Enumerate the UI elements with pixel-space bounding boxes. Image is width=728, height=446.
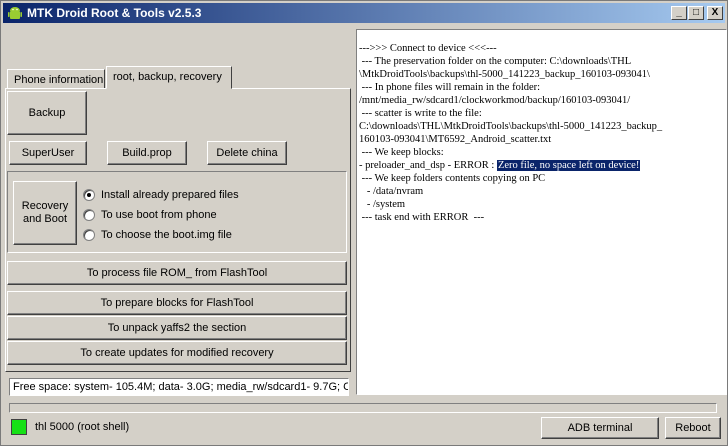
- log-line: --- In phone files will remain in the fo…: [359, 82, 541, 93]
- reboot-button[interactable]: Reboot: [665, 417, 721, 439]
- log-error-highlight: Zero file, no space left on device!: [496, 160, 641, 171]
- device-label: thl 5000 (root shell): [35, 421, 130, 433]
- minimize-button[interactable]: _: [671, 6, 687, 20]
- main-window: MTK Droid Root & Tools v2.5.3 _ □ X Phon…: [0, 0, 728, 446]
- create-updates-button[interactable]: To create updates for modified recovery: [7, 341, 347, 365]
- radio-label: To use boot from phone: [101, 209, 217, 221]
- build-prop-button[interactable]: Build.prop: [107, 141, 187, 165]
- log-line: \MtkDroidTools\backups\thl-5000_141223_b…: [359, 69, 650, 80]
- radio-boot-from-phone[interactable]: To use boot from phone: [83, 209, 217, 221]
- window-title: MTK Droid Root & Tools v2.5.3: [27, 6, 202, 20]
- radio-label: Install already prepared files: [101, 189, 239, 201]
- tab-phone-information[interactable]: Phone information: [7, 69, 105, 89]
- process-rom-button[interactable]: To process file ROM_ from FlashTool: [7, 261, 347, 285]
- radio-indicator[interactable]: [83, 209, 95, 221]
- log-line: C:\downloads\THL\MtkDroidTools\backups\t…: [359, 121, 663, 132]
- log-line: --- We keep folders contents copying on …: [359, 173, 546, 184]
- log-line: --- We keep blocks:: [359, 147, 444, 158]
- log-line: - /system: [359, 199, 406, 210]
- maximize-button[interactable]: □: [688, 6, 704, 20]
- log-error-prefix: - preloader_and_dsp - ERROR :: [359, 160, 497, 171]
- radio-indicator[interactable]: [83, 189, 95, 201]
- superuser-button[interactable]: SuperUser: [9, 141, 87, 165]
- log-error-line: - preloader_and_dsp - ERROR : Zero file,…: [359, 159, 724, 172]
- radio-indicator[interactable]: [83, 229, 95, 241]
- device-status-indicator: [11, 419, 27, 435]
- radio-choose-boot-img[interactable]: To choose the boot.img file: [83, 229, 232, 241]
- log-line: - /data/nvram: [359, 186, 424, 197]
- progress-bar: [9, 403, 717, 413]
- log-output[interactable]: --->>> Connect to device <<<--- --- The …: [356, 29, 727, 395]
- backup-button[interactable]: Backup: [7, 91, 87, 135]
- unpack-yaffs2-button[interactable]: To unpack yaffs2 the section: [7, 316, 347, 340]
- log-line: --- scatter is write to the file:: [359, 108, 482, 119]
- radio-label: To choose the boot.img file: [101, 229, 232, 241]
- log-line: --->>> Connect to device <<<---: [359, 43, 497, 54]
- free-space-field[interactable]: Free space: system- 105.4M; data- 3.0G; …: [9, 378, 349, 396]
- close-button[interactable]: X: [707, 6, 723, 20]
- tab-root-backup-recovery[interactable]: root, backup, recovery: [106, 66, 232, 89]
- log-line: /mnt/media_rw/sdcard1/clockworkmod/backu…: [359, 95, 631, 106]
- log-line: --- The preservation folder on the compu…: [359, 56, 632, 67]
- title-bar[interactable]: MTK Droid Root & Tools v2.5.3 _ □ X: [3, 3, 725, 23]
- log-line: --- task end with ERROR ---: [359, 212, 485, 223]
- radio-install-prepared[interactable]: Install already prepared files: [83, 189, 239, 201]
- android-icon: [8, 7, 22, 19]
- adb-terminal-button[interactable]: ADB terminal: [541, 417, 659, 439]
- recovery-and-boot-button[interactable]: Recovery and Boot: [13, 181, 77, 245]
- log-line: 160103-093041\MT6592_Android_scatter.txt: [359, 134, 552, 145]
- prepare-blocks-button[interactable]: To prepare blocks for FlashTool: [7, 291, 347, 315]
- delete-china-button[interactable]: Delete china: [207, 141, 287, 165]
